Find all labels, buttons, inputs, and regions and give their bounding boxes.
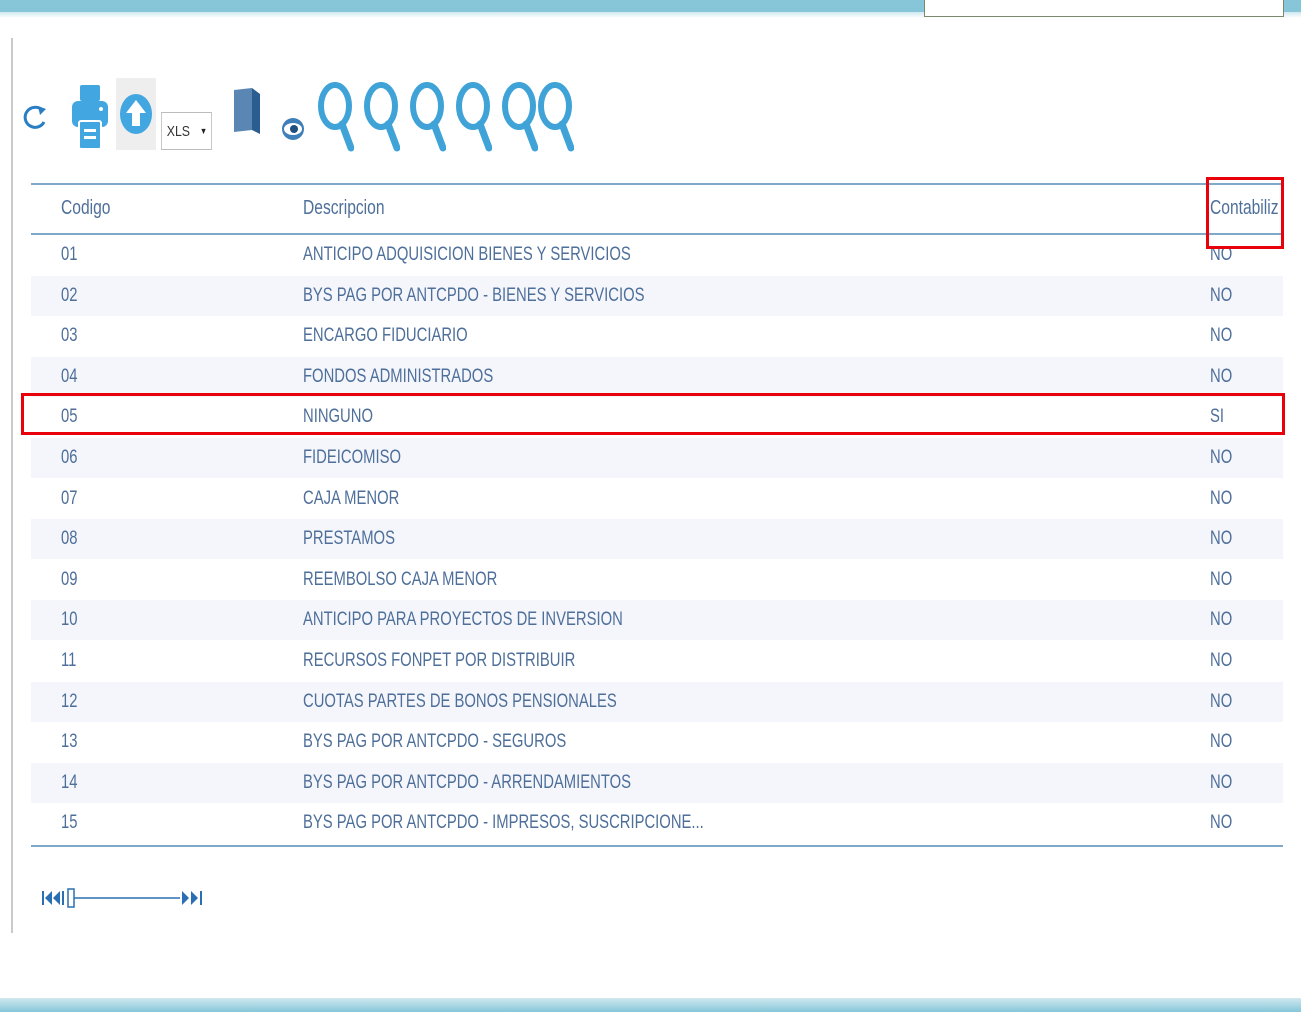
next-page-icon[interactable] [182, 891, 189, 905]
search-icon[interactable] [410, 78, 446, 152]
table-row[interactable]: 06 FIDEICOMISO NO [31, 438, 1283, 478]
cell-contabiliza: NO [1210, 568, 1233, 590]
cell-codigo: 03 [61, 325, 78, 347]
table-row[interactable]: 09 REEMBOLSO CAJA MENOR NO [31, 560, 1283, 600]
last-page-icon[interactable] [191, 891, 202, 905]
cell-descripcion: PRESTAMOS [303, 528, 395, 550]
search-icon[interactable] [456, 78, 492, 152]
cell-contabiliza: NO [1210, 731, 1233, 753]
cell-descripcion: CUOTAS PARTES DE BONOS PENSIONALES [303, 690, 617, 712]
cell-contabiliza: NO [1210, 284, 1233, 306]
cell-codigo: 01 [61, 244, 78, 265]
grid-header: Codigo Descripcion Contabiliz [31, 183, 1283, 233]
highlight-contabiliza-header [1206, 177, 1284, 249]
highlight-row-05 [21, 393, 1285, 435]
cell-contabiliza: NO [1210, 325, 1233, 347]
cell-codigo: 08 [61, 528, 78, 550]
cell-descripcion: BYS PAG POR ANTCPDO - ARRENDAMIENTOS [303, 771, 632, 793]
cell-descripcion: BYS PAG POR ANTCPDO - IMPRESOS, SUSCRIPC… [303, 812, 704, 834]
cell-contabiliza: NO [1210, 487, 1233, 509]
cell-codigo: 09 [61, 568, 78, 590]
cell-codigo: 12 [61, 690, 78, 712]
table-row[interactable]: 01 ANTICIPO ADQUISICION BIENES Y SERVICIO… [31, 235, 1283, 275]
upload-icon[interactable] [116, 78, 156, 150]
cell-contabiliza: NO [1210, 650, 1233, 671]
cell-contabiliza: NO [1210, 609, 1233, 631]
toolbar: XLS ▼ [22, 78, 622, 168]
chevron-down-icon: ▼ [199, 126, 208, 136]
cell-codigo: 02 [61, 284, 78, 306]
export-format-select[interactable]: XLS ▼ [161, 112, 212, 150]
pager [40, 886, 210, 910]
grid-bottom-border [31, 845, 1283, 847]
cell-contabiliza: NO [1210, 365, 1233, 387]
column-header-codigo[interactable]: Codigo [61, 197, 110, 220]
export-icon[interactable] [232, 86, 262, 136]
cell-contabiliza: NO [1210, 447, 1233, 468]
cell-codigo: 13 [61, 731, 78, 753]
cell-descripcion: REEMBOLSO CAJA MENOR [303, 568, 498, 590]
previous-page-icon[interactable] [53, 891, 64, 905]
cell-contabiliza: NO [1210, 771, 1233, 793]
table-row[interactable]: 14 BYS PAG POR ANTCPDO - ARRENDAMIENTOS NO [31, 762, 1283, 803]
column-header-descripcion[interactable]: Descripcion [303, 197, 384, 220]
table-row[interactable]: 08 PRESTAMOS NO [31, 519, 1283, 560]
cell-descripcion: FONDOS ADMINISTRADOS [303, 365, 494, 387]
cell-descripcion: RECURSOS FONPET POR DISTRIBUIR [303, 650, 576, 671]
table-row[interactable]: 11 RECURSOS FONPET POR DISTRIBUIR NO [31, 641, 1283, 681]
table-row[interactable]: 10 ANTICIPO PARA PROYECTOS DE INVERSION NO [31, 600, 1283, 641]
cell-codigo: 11 [61, 650, 77, 671]
cell-descripcion: ANTICIPO ADQUISICION BIENES Y SERVICIOS [303, 244, 631, 265]
search-icon[interactable] [538, 78, 574, 152]
cell-contabiliza: NO [1210, 690, 1233, 712]
cell-codigo: 07 [61, 487, 78, 509]
cell-codigo: 14 [61, 771, 78, 793]
table-row[interactable]: 15 BYS PAG POR ANTCPDO - IMPRESOS, SUSCRI… [31, 803, 1283, 843]
cell-descripcion: FIDEICOMISO [303, 447, 401, 468]
panel-left-border [11, 38, 13, 933]
refresh-icon[interactable] [22, 100, 48, 136]
first-page-icon[interactable] [42, 891, 52, 905]
cell-codigo: 10 [61, 609, 78, 631]
search-icon[interactable] [318, 78, 354, 152]
cell-descripcion: BYS PAG POR ANTCPDO - SEGUROS [303, 731, 567, 753]
cell-descripcion: ENCARGO FIDUCIARIO [303, 325, 468, 347]
cell-codigo: 06 [61, 447, 78, 468]
export-format-value: XLS [166, 122, 190, 140]
window-bottom-bar [0, 998, 1301, 1012]
search-icon[interactable] [364, 78, 400, 152]
cell-descripcion: BYS PAG POR ANTCPDO - BIENES Y SERVICIOS [303, 284, 645, 306]
view-icon[interactable] [280, 116, 306, 142]
top-input-field[interactable] [924, 0, 1284, 17]
table-row[interactable]: 04 FONDOS ADMINISTRADOS NO [31, 356, 1283, 397]
cell-contabiliza: NO [1210, 528, 1233, 550]
cell-descripcion: ANTICIPO PARA PROYECTOS DE INVERSION [303, 609, 623, 631]
data-grid: Codigo Descripcion Contabiliz 01 ANTICIPO… [31, 183, 1283, 848]
cell-codigo: 04 [61, 365, 78, 387]
cell-codigo: 15 [61, 812, 78, 834]
print-icon[interactable] [70, 83, 110, 151]
table-row[interactable]: 12 CUOTAS PARTES DE BONOS PENSIONALES NO [31, 681, 1283, 722]
search-icon[interactable] [502, 78, 538, 152]
table-row[interactable]: 13 BYS PAG POR ANTCPDO - SEGUROS NO [31, 722, 1283, 762]
table-row[interactable]: 03 ENCARGO FIDUCIARIO NO [31, 316, 1283, 356]
cell-descripcion: CAJA MENOR [303, 487, 400, 509]
table-row[interactable]: 02 BYS PAG POR ANTCPDO - BIENES Y SERVICI… [31, 275, 1283, 316]
cell-contabiliza: NO [1210, 812, 1233, 834]
page-slider-handle[interactable] [67, 888, 75, 908]
table-row[interactable]: 07 CAJA MENOR NO [31, 479, 1283, 519]
